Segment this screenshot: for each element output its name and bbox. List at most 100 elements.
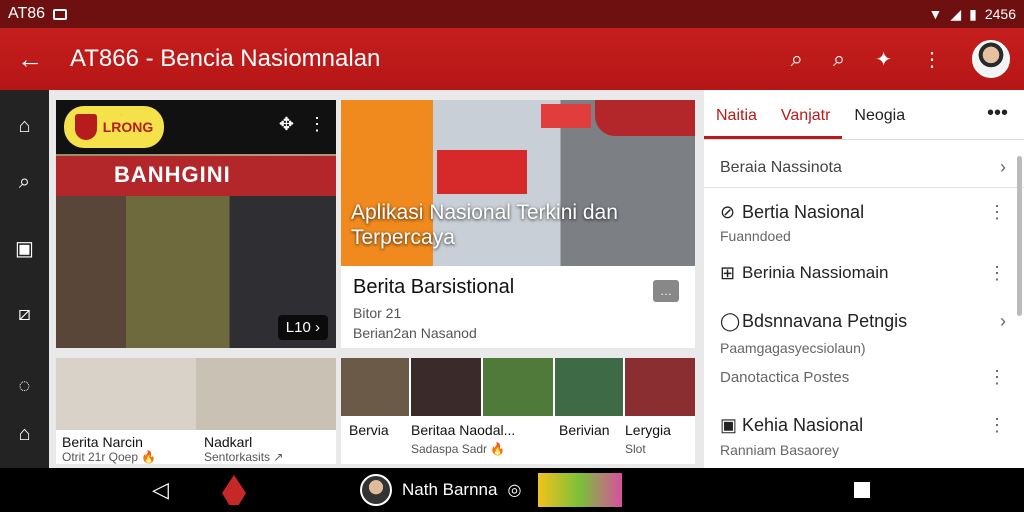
list-item[interactable]: ▣ Kehia Nasional ⋮ [704,410,1024,440]
more-vert-icon[interactable]: ⋮ [988,415,1006,436]
list-item-subtitle: Danotactica Postes [720,368,850,386]
chevron-right-icon: › [1000,310,1006,331]
tile-label: Berita Narcin [62,434,143,450]
tile-label: Berivian [559,422,610,438]
carrier-label: AT86 [8,5,46,22]
more-vert-icon[interactable]: ⋮ [988,367,1006,388]
clock: 2456 [984,6,1016,22]
chat-icon[interactable]: ◌ [19,364,31,408]
search-alt-icon[interactable]: ⌕ [833,46,845,72]
tile-meta: Otrit 21r Qoep 🔥 [62,450,157,464]
now-playing-title: Nath Barnna [402,480,498,499]
tile-label: Beritaa Naodal... [411,422,516,438]
list-item-subtitle: Paamgagasyecsiolaun) [720,340,866,356]
tile-image [411,358,481,416]
tile-image [625,358,695,416]
feature-caption: Aplikasi Nasional Terkini dan Terpercaya [351,201,618,249]
tile-label: Bervia [349,422,389,438]
tab-naitia[interactable]: Naitia [704,107,769,139]
scrollbar[interactable] [1017,156,1022,316]
nav-back-icon[interactable]: ◁ [152,477,169,503]
notifications-icon[interactable]: ✦ [875,47,892,72]
side-list: Beraia Nassinota › ⊘ Bertia Nasional ⋮ F… [704,148,1024,460]
hero-header: LRONG ✥ ⋮ [56,100,336,154]
house-icon[interactable]: ⌂ [18,412,30,456]
page-title: AT866 - Bencia Nasiomnalan [70,45,381,72]
back-arrow-icon[interactable]: ← [0,44,60,75]
feature-meta: Berian2an Nasanod [353,325,477,341]
tab-neogia[interactable]: Neogia [842,107,917,139]
list-header[interactable]: Beraia Nassinota › [704,148,1024,188]
tile-image [555,358,623,416]
avatar[interactable] [972,40,1010,78]
main-content: LRONG ✥ ⋮ BANHGINI L10 › Aplikasi Nasion… [49,90,1024,468]
side-rail: ⌂ ⌕ ▣ ⧄ ◌ ⌂ [0,90,49,468]
hero-badge: LRONG [64,106,164,148]
feature-card[interactable]: Aplikasi Nasional Terkini dan Terpercaya… [341,100,695,348]
article-icon: ▣ [720,414,738,435]
feature-title: Berita Barsistional [353,276,515,298]
list-header-label: Beraia Nassinota [720,158,842,176]
hero-counter[interactable]: L10 › [277,315,328,340]
list-item[interactable]: Danotactica Postes ⋮ [704,362,1024,392]
chat-bubble-icon[interactable]: … [653,280,679,302]
list-item[interactable]: ⊘ Bertia Nasional ⋮ [704,198,1024,226]
tab-bar: Naitia Vanjatr Neogia ••• [704,90,1024,140]
notification-icon [53,8,68,20]
more-icon[interactable]: ⋮ [308,114,326,135]
list-item-sub: Paamgagasyecsiolaun) [704,336,1024,360]
tile-label: Nadkarl [204,434,253,450]
clock-icon: ⊘ [720,201,736,222]
tile-right-group[interactable]: Bervia Beritaa Naodal... Sadaspa Sadr 🔥 … [341,358,695,464]
list-item-title: Bdsnnavana Petngis [742,310,908,331]
library-icon[interactable]: ▣ [15,226,34,270]
list-item-title: Berinia Nassiomain [742,263,889,282]
more-vert-icon[interactable]: ⋮ [988,263,1006,284]
list-item-title: Kehia Nasional [742,414,864,435]
tab-vanjatr[interactable]: Vanjatr [768,107,843,139]
side-panel: Naitia Vanjatr Neogia ••• Beraia Nassino… [704,90,1024,468]
feature-image: Aplikasi Nasional Terkini dan Terpercaya [341,100,695,266]
battery-icon: ▮ [969,5,977,22]
tile-meta: Sentorkasits ↗ [204,450,284,464]
check-circle-icon: ◎ [507,482,522,499]
tile-image [56,358,336,430]
home-icon[interactable]: ⌂ [18,104,30,148]
tile-image [483,358,553,416]
hero-card[interactable]: LRONG ✥ ⋮ BANHGINI L10 › [56,100,336,348]
more-vert-icon[interactable]: ⋮ [988,202,1006,223]
chevron-right-icon: › [1000,157,1006,177]
now-playing[interactable]: Nath Barnna ◎ [360,474,521,506]
stop-icon[interactable] [854,482,870,498]
logo-icon [222,475,246,505]
tile-meta: Slot [625,442,646,456]
tile-label: Lerygia [625,422,671,438]
search-icon[interactable]: ⌕ [19,160,30,204]
list-item[interactable]: ◯ Bdsnnavana Petngis › [704,306,1024,336]
now-playing-thumb [360,474,392,506]
more-tabs-icon[interactable]: ••• [975,102,1024,139]
list-item-subtitle: Fuanndoed [720,228,791,244]
album-art[interactable] [538,473,622,507]
list-item-title: Bertia Nasional [742,201,865,222]
tile-left-group[interactable]: Berita Narcin Otrit 21r Qoep 🔥 Nadkarl S… [56,358,336,464]
status-bar: AT86 ▼ ◢ ▮ 2456 [0,0,1024,28]
hero-badge-label: LRONG [102,119,154,135]
tile-meta: Sadaspa Sadr 🔥 [411,442,506,456]
list-item-sub: Fuanndoed [704,226,1024,246]
feature-subtitle: Bitor 21 [353,305,402,321]
chat-icon: ◯ [720,310,741,331]
hat-shape [595,100,695,136]
edit-icon[interactable]: ⧄ [18,292,31,336]
overflow-menu-icon[interactable]: ⋮ [922,47,942,72]
cast-icon[interactable]: ✥ [279,114,294,135]
search-icon[interactable]: ⌕ [791,46,803,72]
flag-shape [437,150,527,194]
bottom-nav-bar: ◁ Nath Barnna ◎ [0,468,1024,512]
list-item-subtitle: Ranniam Basaorey [720,442,840,458]
flag-shape [541,104,591,128]
tile-image [341,358,409,416]
signal-icon: ◢ [950,5,962,22]
wifi-icon: ▼ [928,6,943,22]
list-item[interactable]: ⊞ Berinia Nassiomain ⋮ [704,258,1024,288]
